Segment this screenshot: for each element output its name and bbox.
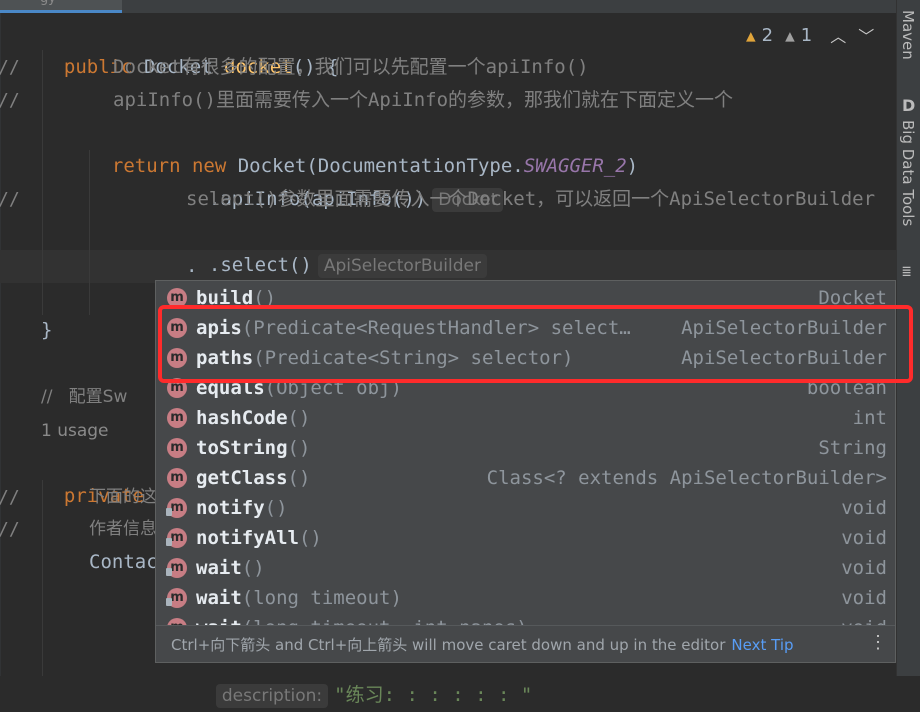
completion-item-args: (): [298, 527, 322, 549]
method-icon: m: [166, 498, 187, 518]
completion-item-signature: toString(): [196, 433, 310, 463]
completion-item-args: (): [287, 467, 311, 489]
completion-item-name: wait: [196, 557, 242, 579]
closing-paren: ): [626, 155, 639, 177]
completion-item-args: (): [287, 437, 311, 459]
tool-tab-maven[interactable]: Maven: [899, 10, 917, 60]
completion-item-name: notifyAll: [196, 527, 299, 549]
tool-tab-big-data-tools[interactable]: Big Data Tools: [899, 120, 917, 226]
completion-item-signature: notifyAll(): [196, 523, 322, 553]
completion-item-type: String: [818, 437, 887, 459]
completion-item-signature: notify(): [196, 493, 288, 523]
code-comment-fragment[interactable]: 作者信息: [89, 513, 157, 546]
completion-item[interactable]: m notify() void: [156, 493, 895, 523]
indent-guide: [42, 50, 43, 315]
comment-gutter-marker: //: [0, 90, 20, 111]
completion-item-signature: wait(long timeout): [196, 583, 402, 613]
method-icon: m: [167, 408, 187, 428]
more-options-icon[interactable]: ⋮: [869, 632, 887, 653]
completion-item-name: getClass: [196, 467, 288, 489]
code-line-5[interactable]: .apiInfo(apiInfo()) Docket: [186, 150, 504, 212]
completion-item-type: void: [841, 557, 887, 579]
arrow-up-icon[interactable]: ︿: [830, 23, 846, 47]
code-comment-config[interactable]: // 配置Sw: [41, 381, 127, 414]
completion-item-name: wait: [196, 587, 242, 609]
code-line-3-comment[interactable]: apiInfo()里面需要传入一个ApiInfo的参数，那我们就在下面定义一个: [113, 84, 733, 117]
comment-gutter-marker: //: [0, 189, 20, 210]
next-tip-link[interactable]: Next Tip: [731, 636, 793, 654]
completion-item-args: (): [287, 407, 311, 429]
completion-item[interactable]: m wait() void: [156, 553, 895, 583]
warning-icon[interactable]: ▲: [746, 26, 756, 45]
comment-gutter-marker: //: [0, 57, 20, 78]
code-line-1[interactable]: public Docket docket() {: [41, 18, 339, 78]
database-icon: ≣: [902, 262, 912, 280]
completion-item-type: Class<? extends ApiSelectorBuilder>: [486, 467, 887, 489]
completion-item[interactable]: m hashCode() int: [156, 403, 895, 433]
editor-tab-bar: gy: [0, 0, 896, 13]
completion-item[interactable]: m getClass() Class<? extends ApiSelectorBu…: [156, 463, 895, 493]
completion-item-type: int: [852, 407, 887, 429]
editor-tab-label[interactable]: gy: [40, 0, 70, 6]
completion-tip-bar: Ctrl+向下箭头 and Ctrl+向上箭头 will move caret …: [156, 625, 895, 662]
highlight-annotation-box: [158, 305, 913, 383]
code-comment-fragment[interactable]: 下面的这: [89, 481, 157, 514]
chain-call-select: .select(): [208, 254, 312, 276]
method-icon: m: [166, 588, 187, 608]
completion-item-args: (long timeout): [241, 587, 402, 609]
completion-item-args: (): [264, 497, 288, 519]
method-icon: m: [167, 468, 187, 488]
completion-item-name: hashCode: [196, 407, 288, 429]
code-line-6-comment[interactable]: select()参数里面需要传入一个Docket，可以返回一个ApiSelect…: [186, 183, 875, 216]
keyword-return: return: [111, 155, 181, 177]
comment-gutter-marker: //: [0, 519, 20, 540]
weak-warning-icon[interactable]: ▲: [785, 26, 795, 45]
code-line-8-caret[interactable]: .: [186, 250, 197, 283]
completion-item-signature: hashCode(): [196, 403, 310, 433]
usage-count-hint[interactable]: 1 usage: [41, 415, 109, 448]
completion-item[interactable]: m notifyAll() void: [156, 523, 895, 553]
arrow-down-icon[interactable]: ﹀: [858, 23, 874, 47]
completion-item[interactable]: m toString() String: [156, 433, 895, 463]
method-icon: m: [166, 558, 187, 578]
big-data-tools-icon: D: [902, 96, 916, 115]
completion-item-name: toString: [196, 437, 288, 459]
completion-item-type: void: [841, 497, 887, 519]
string-literal: "练习: : : : : : ": [334, 684, 533, 706]
completion-item-args: (): [241, 557, 265, 579]
completion-item-type: void: [841, 527, 887, 549]
code-line-7[interactable]: .select() ApiSelectorBuilder: [186, 216, 487, 278]
inspection-widget[interactable]: ▲ 2 ▲ 1 ︿ ﹀: [746, 22, 874, 48]
code-closing-brace[interactable]: }: [41, 314, 52, 347]
completion-item-signature: wait(): [196, 553, 265, 583]
code-line-4[interactable]: return new Docket(DocumentationType.SWAG…: [89, 117, 638, 177]
tip-text: Ctrl+向下箭头 and Ctrl+向上箭头 will move caret …: [171, 636, 794, 654]
completion-item-signature: getClass(): [196, 463, 310, 493]
parameter-name-hint: description:: [215, 683, 329, 708]
completion-item-name: notify: [196, 497, 265, 519]
comment-gutter-marker: //: [0, 487, 20, 508]
enum-constant: SWAGGER_2: [523, 155, 627, 177]
method-icon: m: [166, 528, 187, 548]
inlay-type-hint: ApiSelectorBuilder: [317, 253, 487, 278]
code-line-2-comment[interactable]: Docket有很多的配置，我们可以先配置一个apiInfo(): [113, 51, 589, 84]
code-contact-fragment[interactable]: Contac: [89, 546, 158, 579]
weak-warning-count: 1: [800, 24, 813, 46]
warning-count: 2: [761, 24, 774, 46]
completion-item[interactable]: m wait(long timeout) void: [156, 583, 895, 613]
method-icon: m: [167, 438, 187, 458]
completion-item-type: void: [841, 587, 887, 609]
